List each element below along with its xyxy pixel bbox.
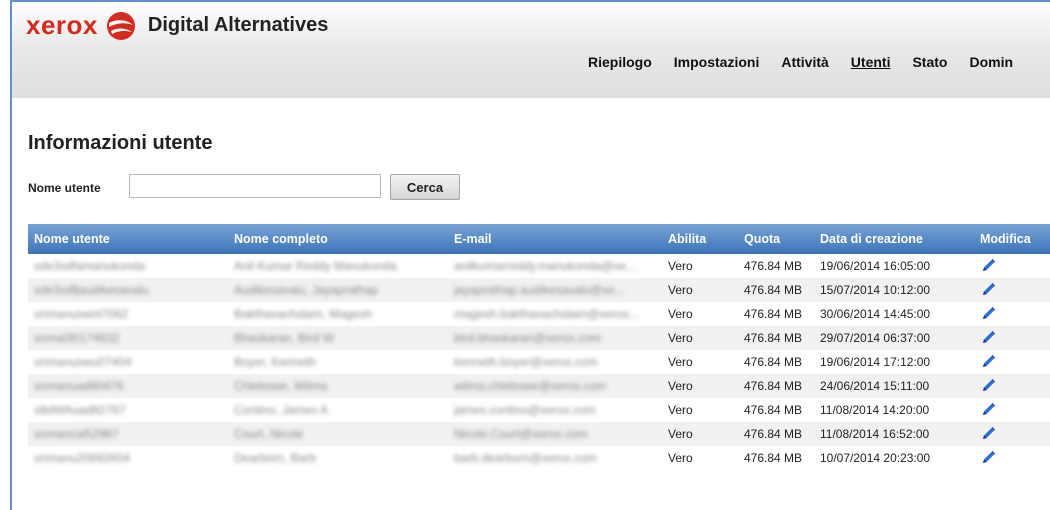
search-label: Nome utente	[28, 181, 101, 195]
table-row: x8dWAuad82767 Contino, James A james.con…	[28, 398, 1050, 422]
column-header-fullname[interactable]: Nome completo	[228, 224, 448, 254]
cell-fullname: Audikesavalu, Jayaprathap	[234, 283, 379, 298]
cell-created: 11/08/2014 14:20:00	[820, 403, 930, 417]
cell-enabled: Vero	[662, 374, 738, 398]
cell-enabled: Vero	[668, 259, 693, 273]
pencil-icon[interactable]	[980, 378, 996, 394]
cell-quota: 476.84 MB	[744, 355, 803, 369]
cell-username: x8dWAuad82767	[34, 403, 126, 418]
cell-fullname: Bakthavachalam, Magesh	[234, 307, 373, 322]
cell-fullname: Court, Nicole	[234, 427, 304, 442]
nav-item-riepilogo[interactable]: Riepilogo	[588, 54, 652, 70]
cell-email: magesh.bakthavachalam@xerox...	[454, 307, 639, 322]
cell-quota: 476.84 MB	[738, 326, 814, 350]
table-row: xnmal30174632 Bhaskaran, Bird W bird.bha…	[28, 326, 1050, 350]
nav-item-domini[interactable]: Domin	[969, 54, 1013, 70]
cell-quota: 476.84 MB	[738, 374, 814, 398]
table-row: xde3sdfamanukonda Anil Kumar Reddy Manuk…	[28, 254, 1050, 278]
pencil-icon[interactable]	[980, 330, 996, 346]
column-header-username[interactable]: Nome utente	[28, 224, 228, 254]
cell-username: xnmanuswnt7062	[34, 307, 129, 322]
search-button[interactable]: Cerca	[390, 174, 460, 200]
cell-username: xnmal30174632	[34, 331, 120, 346]
cell-quota: 476.84 MB	[744, 259, 803, 273]
cell-username: xnmanuad80476	[34, 379, 124, 394]
cell-email: kenneth.boyer@xerox.com	[454, 355, 598, 370]
column-header-enabled[interactable]: Abilita	[662, 224, 738, 254]
nav-item-attivita[interactable]: Attività	[781, 54, 828, 70]
cell-enabled: Vero	[668, 403, 693, 417]
pencil-icon[interactable]	[980, 402, 996, 418]
cell-username: xde3sdfamanukonda	[34, 259, 146, 274]
column-header-edit: Modifica	[974, 224, 1050, 254]
column-header-email[interactable]: E-mail	[448, 224, 662, 254]
cell-fullname: Anil Kumar Reddy Manukonda	[234, 259, 397, 274]
table-row: xnmanuswnt7062 Bakthavachalam, Magesh ma…	[28, 302, 1050, 326]
cell-username: xnmanuswu07404	[34, 355, 132, 370]
cell-enabled: Vero	[668, 307, 693, 321]
cell-quota: 476.84 MB	[744, 403, 803, 417]
header: xerox Digital Alternatives Riepilogo Imp…	[12, 2, 1050, 98]
nav-item-utenti[interactable]: Utenti	[851, 54, 891, 70]
cell-fullname: Dearborn, Barb	[234, 451, 317, 466]
cell-email: barb.dearborn@xerox.com	[454, 451, 597, 466]
cell-fullname: Contino, James A	[234, 403, 329, 418]
pencil-icon[interactable]	[980, 258, 996, 274]
cell-email: Nicole.Court@xerox.com	[454, 427, 588, 442]
pencil-icon[interactable]	[980, 354, 996, 370]
cell-created: 11/08/2014 16:52:00	[814, 422, 974, 446]
logo: xerox Digital Alternatives	[26, 10, 328, 41]
cell-email: bird.bhaskaran@xerox.com	[454, 331, 601, 346]
pencil-icon[interactable]	[980, 282, 996, 298]
cell-enabled: Vero	[662, 422, 738, 446]
app-window: xerox Digital Alternatives Riepilogo Imp…	[10, 0, 1050, 510]
app-title: Digital Alternatives	[147, 14, 329, 36]
cell-fullname: Chlebowe, Wilma	[234, 379, 328, 394]
brand-name: xerox	[26, 10, 98, 40]
pencil-icon[interactable]	[980, 306, 996, 322]
cell-created: 24/06/2014 15:11:00	[814, 374, 974, 398]
table-row: xnmancal52967 Court, Nicole Nicole.Court…	[28, 422, 1050, 446]
xerox-globe-icon	[106, 11, 135, 40]
table-row: xde3sdfjaudikesavalu Audikesavalu, Jayap…	[28, 278, 1050, 302]
table-header-row: Nome utente Nome completo E-mail Abilita…	[28, 224, 1050, 254]
column-header-quota[interactable]: Quota	[738, 224, 814, 254]
username-search-input[interactable]	[129, 174, 381, 198]
cell-created: 19/06/2014 17:12:00	[820, 355, 931, 369]
pencil-icon[interactable]	[980, 450, 996, 466]
cell-username: xnmancal52967	[34, 427, 119, 442]
cell-created: 10/07/2014 20:23:00	[820, 451, 931, 465]
cell-enabled: Vero	[668, 451, 693, 465]
cell-username: xde3sdfjaudikesavalu	[34, 283, 149, 298]
cell-fullname: Boyer, Kenneth	[234, 355, 317, 370]
cell-quota: 476.84 MB	[738, 422, 814, 446]
cell-created: 30/06/2014 14:45:00	[820, 307, 931, 321]
cell-created: 29/07/2014 06:37:00	[814, 326, 974, 350]
users-table: Nome utente Nome completo E-mail Abilita…	[28, 224, 1050, 470]
nav-item-stato[interactable]: Stato	[912, 54, 947, 70]
nav-item-impostazioni[interactable]: Impostazioni	[674, 54, 760, 70]
main-nav: Riepilogo Impostazioni Attività Utenti S…	[588, 54, 1035, 70]
cell-email: anilkumarreddy.manukonda@xe...	[454, 259, 637, 274]
cell-quota: 476.84 MB	[744, 451, 803, 465]
cell-quota: 476.84 MB	[738, 278, 814, 302]
page-title: Informazioni utente	[28, 132, 213, 154]
cell-created: 19/06/2014 16:05:00	[820, 259, 931, 273]
cell-quota: 476.84 MB	[744, 307, 803, 321]
column-header-created[interactable]: Data di creazione	[814, 224, 974, 254]
cell-enabled: Vero	[662, 326, 738, 350]
cell-created: 15/07/2014 10:12:00	[814, 278, 974, 302]
table-row: xnmanuswu07404 Boyer, Kenneth kenneth.bo…	[28, 350, 1050, 374]
cell-email: james.contino@xerox.com	[454, 403, 596, 418]
cell-username: xnmanu20892604	[34, 451, 131, 466]
cell-email: jayaprathap.audikesavalu@xe...	[454, 283, 625, 298]
table-row: xnmanu20892604 Dearborn, Barb barb.dearb…	[28, 446, 1050, 470]
cell-fullname: Bhaskaran, Bird W	[234, 331, 335, 346]
table-row: xnmanuad80476 Chlebowe, Wilma wilma.chle…	[28, 374, 1050, 398]
pencil-icon[interactable]	[980, 426, 996, 442]
cell-enabled: Vero	[662, 278, 738, 302]
cell-email: wilma.chlebowe@xerox.com	[454, 379, 607, 394]
cell-enabled: Vero	[668, 355, 693, 369]
